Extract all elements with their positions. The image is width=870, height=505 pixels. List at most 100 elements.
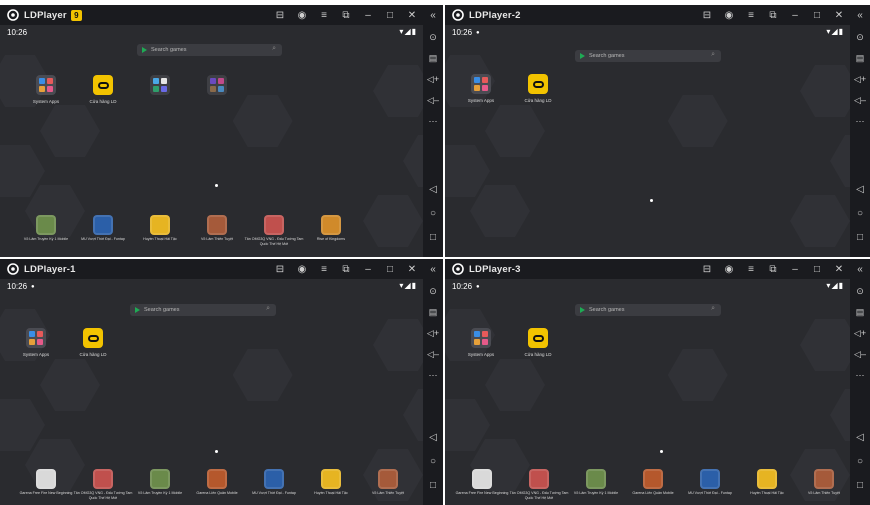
back-button[interactable]: ◁	[423, 181, 443, 197]
maximize-button[interactable]: □	[806, 5, 828, 25]
close-button[interactable]: ✕	[401, 5, 423, 25]
minimize-button[interactable]: –	[784, 5, 806, 25]
maximize-button[interactable]: □	[379, 5, 401, 25]
maximize-button[interactable]: □	[806, 259, 828, 279]
game-icon[interactable]	[757, 469, 777, 489]
menu-button[interactable]: ≡	[313, 5, 335, 25]
volume-up-button[interactable]: ◁+	[423, 325, 443, 341]
more-button[interactable]: ⋯	[850, 113, 870, 129]
game-icon[interactable]	[814, 469, 834, 489]
restore-button[interactable]: ⧉	[762, 259, 784, 279]
keyboard-button[interactable]: ▤	[850, 304, 870, 320]
settings-button[interactable]: ⊙	[423, 29, 443, 45]
game-icon[interactable]	[472, 469, 492, 489]
more-button[interactable]: ⋯	[850, 367, 870, 383]
menu-button[interactable]: ≡	[313, 259, 335, 279]
menu-button[interactable]: ≡	[740, 259, 762, 279]
gamepad-button[interactable]: ⊟	[269, 259, 291, 279]
ld-store-icon[interactable]	[93, 75, 113, 95]
game-icon[interactable]	[321, 215, 341, 235]
maximize-button[interactable]: □	[379, 259, 401, 279]
recents-button[interactable]: □	[423, 229, 443, 245]
game-icon[interactable]	[36, 215, 56, 235]
volume-up-button[interactable]: ◁+	[850, 71, 870, 87]
volume-down-button[interactable]: ◁–	[850, 346, 870, 362]
restore-button[interactable]: ⧉	[335, 259, 357, 279]
sidebar-collapse-button[interactable]: «	[850, 259, 870, 279]
home-button[interactable]: ○	[850, 205, 870, 221]
gamepad-button[interactable]: ⊟	[269, 5, 291, 25]
keyboard-button[interactable]: ▤	[423, 50, 443, 66]
game-icon[interactable]	[207, 469, 227, 489]
game-icon[interactable]	[93, 469, 113, 489]
settings-button[interactable]: ⊙	[850, 283, 870, 299]
more-button[interactable]: ⋯	[423, 113, 443, 129]
sidebar-collapse-button[interactable]: «	[423, 259, 443, 279]
game-icon[interactable]	[150, 215, 170, 235]
restore-button[interactable]: ⧉	[335, 5, 357, 25]
keyboard-button[interactable]: ▤	[423, 304, 443, 320]
volume-down-button[interactable]: ◁–	[850, 92, 870, 108]
search-games-bar[interactable]: Search games ⌕	[575, 304, 721, 316]
back-button[interactable]: ◁	[850, 429, 870, 445]
emulator-window-3: LDPlayer-3 ⊟ ◉ ≡ ⧉ – □ ✕ « 10:26 ● ▾◢▮ Search games ⌕…	[445, 259, 870, 505]
search-games-bar[interactable]: Search games ⌕	[130, 304, 276, 316]
account-button[interactable]: ◉	[718, 5, 740, 25]
home-button[interactable]: ○	[850, 453, 870, 469]
system-apps-icon[interactable]	[471, 74, 491, 94]
app-folder-icon[interactable]	[150, 75, 170, 95]
keyboard-button[interactable]: ▤	[850, 50, 870, 66]
account-button[interactable]: ◉	[291, 5, 313, 25]
ld-store-icon[interactable]	[528, 328, 548, 348]
home-button[interactable]: ○	[423, 205, 443, 221]
close-button[interactable]: ✕	[828, 5, 850, 25]
close-button[interactable]: ✕	[401, 259, 423, 279]
volume-down-icon: ◁–	[854, 348, 866, 359]
volume-down-button[interactable]: ◁–	[423, 346, 443, 362]
recents-button[interactable]: □	[850, 229, 870, 245]
minimize-button[interactable]: –	[357, 259, 379, 279]
account-button[interactable]: ◉	[291, 259, 313, 279]
system-apps-icon[interactable]	[36, 75, 56, 95]
ld-store-icon[interactable]	[83, 328, 103, 348]
game-icon[interactable]	[93, 215, 113, 235]
settings-button[interactable]: ⊙	[423, 283, 443, 299]
search-games-bar[interactable]: Search games ⌕	[137, 44, 282, 56]
close-button[interactable]: ✕	[828, 259, 850, 279]
game-icon[interactable]	[264, 215, 284, 235]
minimize-button[interactable]: –	[784, 259, 806, 279]
app-folder-icon[interactable]	[207, 75, 227, 95]
game-icon[interactable]	[207, 215, 227, 235]
minimize-button[interactable]: –	[357, 5, 379, 25]
system-apps-icon[interactable]	[471, 328, 491, 348]
sidebar-collapse-button[interactable]: «	[423, 5, 443, 25]
game-icon[interactable]	[150, 469, 170, 489]
recents-button[interactable]: □	[850, 477, 870, 493]
volume-up-button[interactable]: ◁+	[423, 71, 443, 87]
game-icon[interactable]	[586, 469, 606, 489]
volume-down-button[interactable]: ◁–	[423, 92, 443, 108]
volume-up-button[interactable]: ◁+	[850, 325, 870, 341]
game-icon[interactable]	[36, 469, 56, 489]
game-icon[interactable]	[643, 469, 663, 489]
game-icon[interactable]	[700, 469, 720, 489]
system-apps-icon[interactable]	[26, 328, 46, 348]
sidebar-collapse-button[interactable]: «	[850, 5, 870, 25]
game-icon[interactable]	[529, 469, 549, 489]
restore-button[interactable]: ⧉	[762, 5, 784, 25]
back-button[interactable]: ◁	[850, 181, 870, 197]
back-button[interactable]: ◁	[423, 429, 443, 445]
game-icon[interactable]	[321, 469, 341, 489]
game-icon[interactable]	[264, 469, 284, 489]
more-button[interactable]: ⋯	[423, 367, 443, 383]
recents-button[interactable]: □	[423, 477, 443, 493]
ld-store-icon[interactable]	[528, 74, 548, 94]
account-button[interactable]: ◉	[718, 259, 740, 279]
gamepad-button[interactable]: ⊟	[696, 5, 718, 25]
game-icon[interactable]	[378, 469, 398, 489]
home-button[interactable]: ○	[423, 453, 443, 469]
settings-button[interactable]: ⊙	[850, 29, 870, 45]
menu-button[interactable]: ≡	[740, 5, 762, 25]
gamepad-button[interactable]: ⊟	[696, 259, 718, 279]
search-games-bar[interactable]: Search games ⌕	[575, 50, 721, 62]
